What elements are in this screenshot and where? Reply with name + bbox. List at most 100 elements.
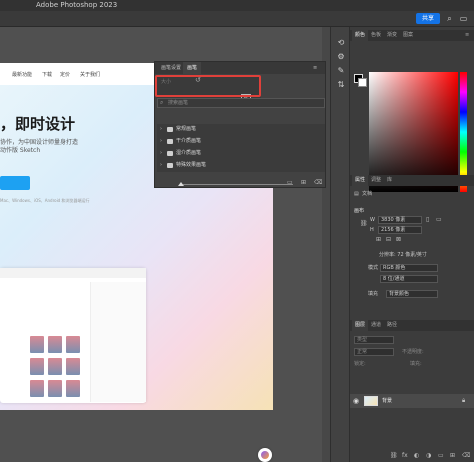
resize-icon[interactable]: ⊞	[376, 236, 381, 244]
doc-type-label: 文档	[362, 191, 373, 197]
highlight-annotation	[155, 75, 261, 97]
properties-icon[interactable]: ⚙	[335, 51, 347, 63]
brush-group-label: 特殊效果画笔	[176, 162, 207, 168]
search-icon[interactable]: ⌕	[445, 14, 454, 23]
blend-mode-select[interactable]: 正常	[354, 348, 394, 356]
rotate-icon[interactable]: ⊟	[386, 236, 391, 244]
doc-logo-badge	[258, 448, 272, 462]
title-bar: Adobe Photoshop 2023	[0, 0, 474, 11]
tab-color[interactable]: 颜色	[352, 30, 369, 41]
tab-swatches[interactable]: 色板	[368, 30, 384, 41]
doc-type-icon: ▤	[354, 191, 359, 197]
new-group-icon[interactable]: ▭	[287, 179, 293, 187]
layer-fill-label: 填充:	[410, 361, 422, 367]
options-bar: 共享 ⌕ ▭	[0, 11, 474, 27]
chevron-right-icon: ›	[160, 162, 162, 168]
panel-menu-icon[interactable]: ≡	[309, 62, 321, 74]
doc-app-mockup	[0, 268, 146, 403]
brush-group-row[interactable]: › 干介质画笔	[157, 136, 325, 147]
brush-group-label: 常规画笔	[176, 126, 197, 132]
doc-subtitle: 动作版 Sketch	[0, 147, 41, 154]
panel-menu-icon[interactable]: ≡	[462, 30, 472, 41]
width-field[interactable]: 3830 像素	[378, 216, 422, 224]
tab-paths[interactable]: 路径	[384, 320, 400, 331]
trash-icon[interactable]: ⌫	[462, 452, 470, 460]
height-field[interactable]: 2156 像素	[378, 226, 422, 234]
right-panels: 颜色 色板 渐变 图案 ≡ 属性 调整 库 ▤ 文档 画布 W 3830 像素 …	[350, 27, 474, 462]
link-icon[interactable]: ⛓	[360, 220, 368, 228]
folder-icon	[167, 163, 173, 168]
tab-layers[interactable]: 图层	[352, 320, 369, 331]
tab-adjustments[interactable]: 调整	[368, 175, 384, 186]
mask-icon[interactable]: ◐	[414, 452, 419, 460]
lock-icon: 🔒︎	[462, 397, 466, 404]
folder-icon	[167, 151, 173, 156]
mode-select[interactable]: RGB 颜色	[380, 264, 438, 272]
brush-group-row[interactable]: › 常规画笔	[157, 124, 325, 135]
layer-row[interactable]: ◉ 背景 🔒︎	[350, 394, 474, 408]
fx-icon[interactable]: fx	[402, 452, 408, 460]
adjust-icon[interactable]: ⇅	[335, 79, 347, 91]
orientation-icon[interactable]: ▯	[426, 216, 429, 224]
doc-nav-item: 下载	[42, 72, 53, 78]
layer-name: 背景	[382, 398, 393, 404]
brush-icon[interactable]: ✎	[335, 65, 347, 77]
chevron-right-icon: ›	[160, 138, 162, 144]
background-color-swatch[interactable]	[358, 78, 367, 87]
height-label: H	[370, 227, 374, 233]
layer-filter-select[interactable]: 类型	[354, 336, 394, 344]
tab-brushes[interactable]: 画笔	[183, 62, 202, 74]
fill-label: 填充	[368, 291, 379, 297]
tab-libraries[interactable]: 库	[384, 175, 395, 186]
brush-group-row[interactable]: › 特殊效果画笔	[157, 160, 325, 171]
resolution-text: 分辨率: 72 像素/英寸	[379, 252, 427, 258]
tab-channels[interactable]: 通道	[368, 320, 384, 331]
new-layer-icon[interactable]: ⊞	[450, 452, 455, 460]
lock-label: 锁定:	[354, 361, 366, 367]
chevron-right-icon: ›	[160, 126, 162, 132]
color-picker-field[interactable]	[369, 72, 458, 192]
tab-brush-settings[interactable]: 画笔设置	[157, 62, 185, 74]
new-brush-small-icon[interactable]: ⊞	[301, 179, 306, 187]
tab-properties[interactable]: 属性	[352, 175, 369, 186]
canvas-section-label: 画布	[354, 208, 365, 214]
doc-nav-item: 定价	[60, 72, 71, 78]
tab-patterns[interactable]: 图案	[400, 30, 416, 41]
search-icon: ⌕	[160, 99, 164, 106]
panel-icon-strip: ⟲ ⚙ ✎ ⇅	[330, 27, 350, 462]
brush-search-placeholder: 搜索画笔	[168, 100, 189, 106]
width-label: W	[370, 217, 375, 223]
adjustment-layer-icon[interactable]: ◑	[426, 452, 431, 460]
doc-headline: ，即时设计	[0, 115, 76, 133]
doc-note: Mac、Windows、iOS、Android 和浏览器端运行	[0, 198, 90, 203]
chevron-right-icon: ›	[160, 150, 162, 156]
brush-group-row[interactable]: › 湿介质画笔	[157, 148, 325, 159]
bit-depth-select[interactable]: 8 位/通道	[380, 275, 438, 283]
eye-icon[interactable]: ◉	[353, 394, 359, 408]
history-icon[interactable]: ⟲	[335, 37, 347, 49]
new-group-icon[interactable]: ▭	[438, 452, 444, 460]
share-button[interactable]: 共享	[416, 13, 440, 24]
hue-slider[interactable]	[460, 72, 467, 192]
brush-size-knob[interactable]	[178, 182, 184, 186]
flip-icon[interactable]: ⊠	[396, 236, 401, 244]
opacity-label: 不透明度:	[402, 349, 424, 355]
orientation-icon[interactable]: ▭	[436, 216, 442, 224]
brush-group-list: › 常规画笔 › 干介质画笔 › 湿介质画笔 › 特殊效果画笔	[157, 124, 325, 172]
doc-nav-item: 最新功能	[12, 72, 33, 78]
trash-icon[interactable]: ⌫	[314, 179, 322, 187]
layers-panel-tabs: 图层 通道 路径	[350, 320, 474, 331]
link-layers-icon[interactable]: ⛓	[390, 452, 398, 460]
doc-nav-item: 关于我们	[80, 72, 101, 78]
brush-size-track[interactable]	[183, 184, 293, 185]
layer-thumbnail	[364, 396, 378, 406]
fill-select[interactable]: 背景颜色	[386, 290, 438, 298]
app-title: Adobe Photoshop 2023	[36, 1, 118, 9]
brush-search-input[interactable]: ⌕ 搜索画笔	[157, 98, 325, 108]
mode-label: 模式	[368, 265, 379, 271]
color-panel-tabs: 颜色 色板 渐变 图案 ≡	[350, 30, 474, 41]
tab-gradients[interactable]: 渐变	[384, 30, 400, 41]
workspace-icon[interactable]: ▭	[459, 14, 468, 23]
brush-group-label: 干介质画笔	[176, 138, 202, 144]
properties-panel-tabs: 属性 调整 库	[350, 175, 474, 186]
